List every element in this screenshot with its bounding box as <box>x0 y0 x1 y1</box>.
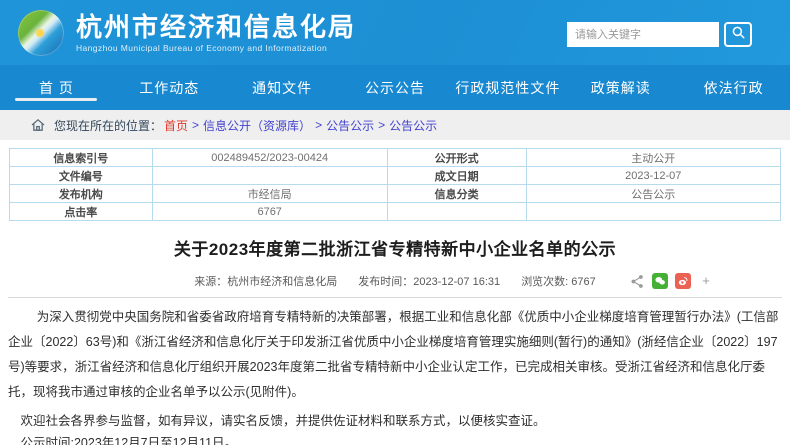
table-row: 文件编号 成文日期 2023-12-07 <box>10 167 781 185</box>
article-views: 浏览次数: 6767 <box>521 276 596 288</box>
weibo-share-icon[interactable] <box>675 273 691 289</box>
article-meta: 来源：杭州市经济和信息化局 发布时间：2023-12-07 16:31 浏览次数… <box>8 273 782 291</box>
info-label-category: 信息分类 <box>387 185 526 203</box>
info-label-empty <box>387 203 526 221</box>
site-title: 杭州市经济和信息化局 <box>76 12 356 42</box>
search-input[interactable] <box>567 22 719 47</box>
article-source: 来源：杭州市经济和信息化局 <box>194 276 337 288</box>
document-info-table: 信息索引号 002489452/2023-00424 公开形式 主动公开 文件编… <box>9 148 781 221</box>
breadcrumb-link-notices-current[interactable]: 公告公示 <box>389 117 437 134</box>
nav-item-regulatory-files[interactable]: 行政规范性文件 <box>451 65 564 110</box>
nav-item-public-notices[interactable]: 公示公告 <box>339 65 452 110</box>
breadcrumb-separator: > <box>192 118 199 132</box>
info-label-disclosure-form: 公开形式 <box>387 149 526 167</box>
article-body: 为深入贯彻党中央国务院和省委省政府培育专精特新的决策部署，根据工业和信息化部《优… <box>8 305 782 445</box>
meta-divider <box>8 297 782 298</box>
nav-item-lawful-admin[interactable]: 依法行政 <box>677 65 790 110</box>
nav-item-policy-interpretation[interactable]: 政策解读 <box>564 65 677 110</box>
article-paragraph: 欢迎社会各界参与监督，如有异议，请实名反馈，并提供佐证材料和联系方式，以便核实查… <box>8 410 782 432</box>
table-row: 点击率 6767 <box>10 203 781 221</box>
breadcrumb-separator: > <box>378 118 385 132</box>
site-titles: 杭州市经济和信息化局 Hangzhou Municipal Bureau of … <box>76 12 356 53</box>
site-search <box>567 22 752 47</box>
nav-item-work-news[interactable]: 工作动态 <box>113 65 226 110</box>
info-value-empty <box>526 203 780 221</box>
page-title: 关于2023年度第二批浙江省专精特新中小企业名单的公示 <box>8 235 782 260</box>
article-paragraph: 为深入贯彻党中央国务院和省委省政府培育专精特新的决策部署，根据工业和信息化部《优… <box>8 305 782 405</box>
main-content: 信息索引号 002489452/2023-00424 公开形式 主动公开 文件编… <box>0 140 790 445</box>
info-value-click-rate: 6767 <box>152 203 387 221</box>
breadcrumb-separator: > <box>315 118 322 132</box>
more-share-icon[interactable]: + <box>698 273 714 289</box>
home-icon[interactable] <box>30 117 46 133</box>
share-toolbar: + <box>629 273 714 289</box>
site-subtitle: Hangzhou Municipal Bureau of Economy and… <box>76 43 356 53</box>
info-label-publisher: 发布机构 <box>10 185 153 203</box>
article-publish-time: 发布时间：2023-12-07 16:31 <box>358 276 500 288</box>
breadcrumb-link-info-disclosure[interactable]: 信息公开（资源库） <box>203 117 311 134</box>
info-label-file-number: 文件编号 <box>10 167 153 185</box>
info-label-issue-date: 成文日期 <box>387 167 526 185</box>
nav-item-home[interactable]: 首 页 <box>0 65 113 110</box>
info-value-file-number <box>152 167 387 185</box>
article-paragraph: 公示时间:2023年12月7日至12月11日。 <box>8 432 782 445</box>
info-value-category: 公告公示 <box>526 185 780 203</box>
breadcrumb-prefix: 您现在所在的位置： <box>54 117 162 134</box>
nav-item-notice-files[interactable]: 通知文件 <box>226 65 339 110</box>
breadcrumb-link-home[interactable]: 首页 <box>164 117 188 134</box>
info-value-index-number: 002489452/2023-00424 <box>152 149 387 167</box>
breadcrumb-link-notices[interactable]: 公告公示 <box>326 117 374 134</box>
main-nav: 首 页 工作动态 通知文件 公示公告 行政规范性文件 政策解读 依法行政 <box>0 65 790 110</box>
bureau-logo <box>18 10 64 56</box>
site-header: 杭州市经济和信息化局 Hangzhou Municipal Bureau of … <box>0 0 790 65</box>
info-value-disclosure-form: 主动公开 <box>526 149 780 167</box>
search-icon <box>731 25 746 45</box>
table-row: 发布机构 市经信局 信息分类 公告公示 <box>10 185 781 203</box>
share-icon[interactable] <box>629 273 645 289</box>
breadcrumb: 您现在所在的位置： 首页 > 信息公开（资源库） > 公告公示 > 公告公示 <box>0 110 790 140</box>
info-value-publisher: 市经信局 <box>152 185 387 203</box>
info-label-index-number: 信息索引号 <box>10 149 153 167</box>
search-button[interactable] <box>724 22 752 47</box>
wechat-share-icon[interactable] <box>652 273 668 289</box>
info-value-issue-date: 2023-12-07 <box>526 167 780 185</box>
info-label-click-rate: 点击率 <box>10 203 153 221</box>
table-row: 信息索引号 002489452/2023-00424 公开形式 主动公开 <box>10 149 781 167</box>
